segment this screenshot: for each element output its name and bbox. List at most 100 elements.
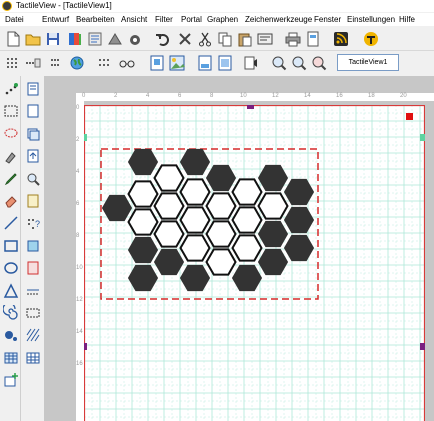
menu-graphen[interactable]: Graphen xyxy=(206,14,239,25)
print-icon[interactable] xyxy=(284,30,302,48)
rss-feed-icon[interactable] xyxy=(332,30,350,48)
add-table-icon[interactable] xyxy=(2,371,20,389)
resize-handle-top xyxy=(247,105,254,109)
audio-label-icon[interactable] xyxy=(242,54,260,72)
menu-bar: Datei Entwurf Bearbeiten Ansicht Filter … xyxy=(0,13,434,26)
ruler-h-label: 4 xyxy=(146,93,150,99)
hexagon-outline xyxy=(257,192,289,220)
bullet-dots-icon[interactable] xyxy=(2,326,20,344)
drawing-page[interactable] xyxy=(84,105,425,421)
page-up-icon[interactable] xyxy=(24,147,42,165)
menu-portal[interactable]: Portal xyxy=(180,14,203,25)
hexagon-outline xyxy=(153,192,185,220)
dotted-grid-icon[interactable] xyxy=(96,54,114,72)
ruler-v-label: 16 xyxy=(76,361,83,367)
dash-box-icon[interactable] xyxy=(24,304,42,322)
tools-divider xyxy=(20,76,21,421)
copy-icon[interactable] xyxy=(216,30,234,48)
zoom-fit-icon[interactable] xyxy=(310,54,328,72)
ruler-v-label: 6 xyxy=(76,201,80,207)
menu-hilfe[interactable]: Hilfe xyxy=(398,14,416,25)
ruler-v-label: 12 xyxy=(76,297,83,303)
rect-select-icon[interactable] xyxy=(2,102,20,120)
menu-fenster[interactable]: Fenster xyxy=(313,14,342,25)
spiral-icon[interactable] xyxy=(2,304,20,322)
app-logo-icon xyxy=(2,1,12,11)
open-folder-icon[interactable] xyxy=(24,30,42,48)
dotted-line-pattern-icon[interactable] xyxy=(24,54,42,72)
table-icon[interactable] xyxy=(2,349,20,367)
dotted-grid-icon[interactable] xyxy=(48,54,66,72)
delete-x-icon[interactable] xyxy=(176,30,194,48)
line-icon[interactable] xyxy=(2,214,20,232)
zoom-out-icon[interactable] xyxy=(290,54,308,72)
hexagon-outline xyxy=(205,248,237,276)
lasso-icon[interactable] xyxy=(2,125,20,143)
cut-icon[interactable] xyxy=(196,30,214,48)
doc-icon[interactable] xyxy=(24,192,42,210)
menu-zeichenwerkzeuge[interactable]: Zeichenwerkzeuge xyxy=(244,14,313,25)
new-document-icon[interactable] xyxy=(4,30,22,48)
portal-icon[interactable] xyxy=(362,30,380,48)
camera-icon[interactable] xyxy=(126,30,144,48)
library-icon[interactable] xyxy=(106,30,124,48)
hexagon-filled xyxy=(179,264,211,292)
ruler-h-label: 0 xyxy=(82,93,86,99)
fit-page-icon[interactable] xyxy=(196,54,214,72)
window-title: TactileView - [TactileView1] xyxy=(16,1,112,10)
hexagon-outline xyxy=(231,178,263,206)
hexagon-filled xyxy=(257,220,289,248)
save-icon[interactable] xyxy=(44,30,62,48)
globe-icon[interactable] xyxy=(68,54,86,72)
menu-einstellungen[interactable]: Einstellungen xyxy=(346,14,396,25)
menu-datei[interactable]: Datei xyxy=(4,14,25,25)
scan-icon[interactable] xyxy=(86,30,104,48)
page-icon[interactable] xyxy=(24,102,42,120)
hexagon-outline xyxy=(205,220,237,248)
ruler-h-label: 12 xyxy=(272,93,279,99)
fill-icon[interactable] xyxy=(24,237,42,255)
hatch-pattern-icon[interactable] xyxy=(24,326,42,344)
menu-ansicht[interactable]: Ansicht xyxy=(120,14,148,25)
frame-page-icon[interactable] xyxy=(148,54,166,72)
ellipse-icon[interactable] xyxy=(2,259,20,277)
hexagon-outline xyxy=(179,206,211,234)
tab-tactileview1[interactable]: TactileView1 xyxy=(337,54,399,71)
capture-icon[interactable] xyxy=(256,30,274,48)
paint-tool-icon[interactable] xyxy=(2,147,20,165)
glasses-icon[interactable] xyxy=(118,54,136,72)
layer-icon[interactable] xyxy=(24,125,42,143)
book-icon[interactable] xyxy=(66,30,84,48)
vertical-ruler: 0 2 4 6 8 10 12 14 16 xyxy=(76,101,84,421)
ruler-v-label: 14 xyxy=(76,329,83,335)
drawing-canvas[interactable] xyxy=(84,105,425,421)
document-page-icon[interactable] xyxy=(24,80,42,98)
eraser-icon[interactable] xyxy=(2,192,20,210)
zoom-in-icon[interactable] xyxy=(270,54,288,72)
pen-icon[interactable] xyxy=(2,170,20,188)
dot-line-icon[interactable] xyxy=(2,80,20,98)
ruler-h-label: 6 xyxy=(178,93,182,99)
main-toolbar xyxy=(0,27,434,51)
dotted-line-icon[interactable] xyxy=(24,282,42,300)
image-icon[interactable] xyxy=(168,54,186,72)
page-view-icon[interactable] xyxy=(216,54,234,72)
menu-bearbeiten[interactable]: Bearbeiten xyxy=(75,14,116,25)
hexagon-filled xyxy=(257,248,289,276)
paste-icon[interactable] xyxy=(236,30,254,48)
print-preview-icon[interactable] xyxy=(304,30,322,48)
grid-table-icon[interactable] xyxy=(24,349,42,367)
hexagon-outline xyxy=(153,220,185,248)
rectangle-icon[interactable] xyxy=(2,237,20,255)
hexagon-filled xyxy=(127,264,159,292)
dotted-pattern-icon[interactable] xyxy=(4,54,22,72)
zoom-tool-icon[interactable] xyxy=(24,170,42,188)
menu-filter[interactable]: Filter xyxy=(154,14,174,25)
corner-marker xyxy=(406,113,413,120)
ruler-v-label: 0 xyxy=(76,105,80,111)
menu-entwurf[interactable]: Entwurf xyxy=(41,14,70,25)
frame-icon[interactable] xyxy=(24,259,42,277)
undo-icon[interactable] xyxy=(154,30,172,48)
triangle-icon[interactable] xyxy=(2,282,20,300)
braille-text-icon[interactable]: ? xyxy=(24,214,42,232)
